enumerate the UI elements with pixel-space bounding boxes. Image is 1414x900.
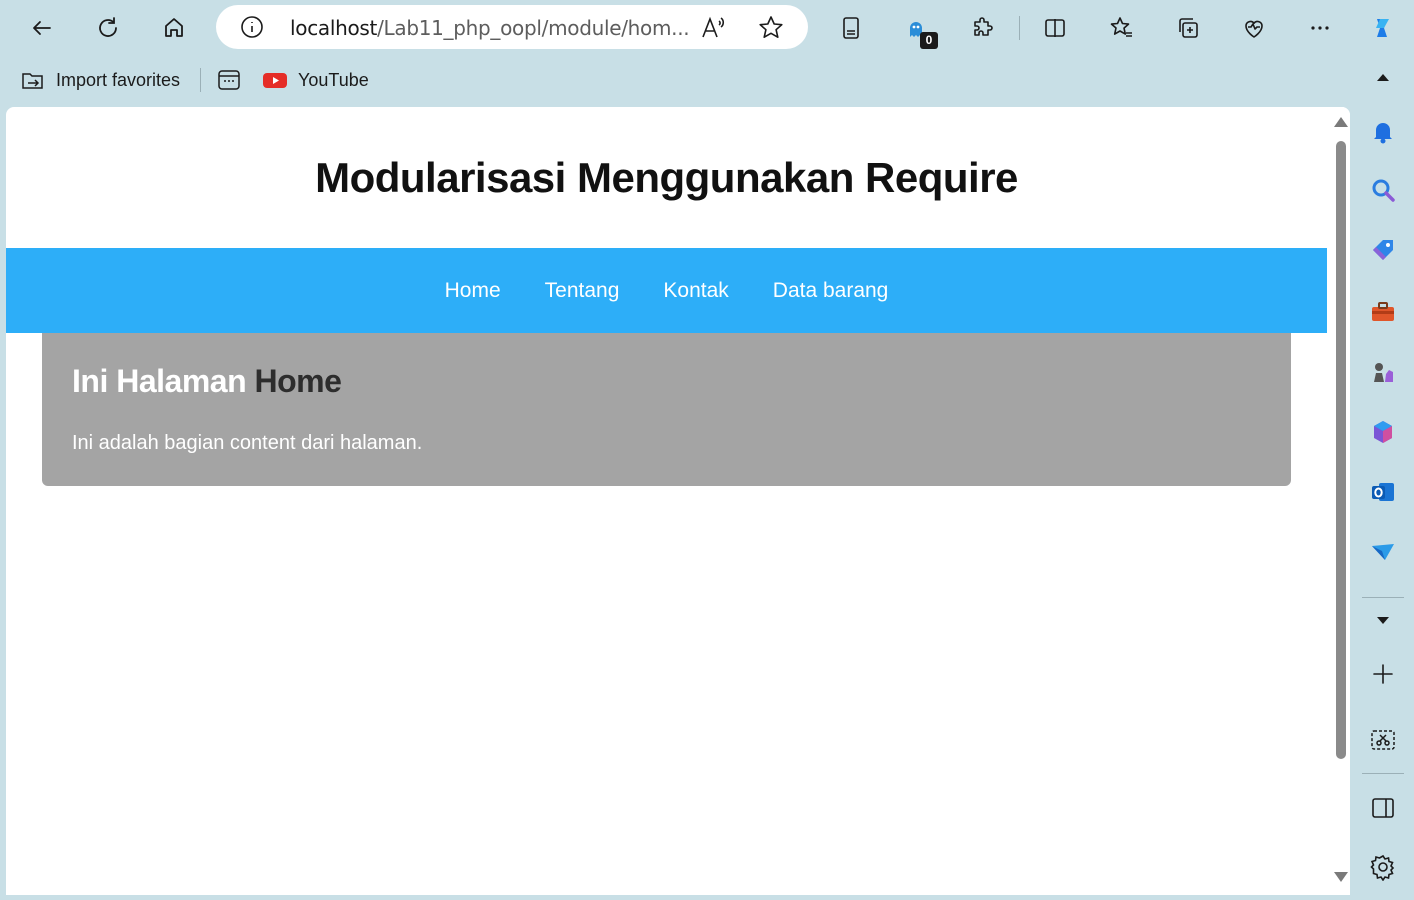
browser-essentials-icon[interactable] xyxy=(1234,8,1274,48)
import-favorites-label: Import favorites xyxy=(56,69,181,90)
send-plane-icon[interactable] xyxy=(1363,532,1403,572)
youtube-icon xyxy=(263,73,287,88)
page-viewport: Modularisasi Menggunakan Require Home Te… xyxy=(6,107,1350,895)
content-heading: Ini Halaman Home xyxy=(72,363,342,400)
scroll-thumb[interactable] xyxy=(1336,141,1346,759)
content-heading-page: Home xyxy=(254,363,342,399)
outlook-icon[interactable] xyxy=(1363,472,1403,512)
home-icon[interactable] xyxy=(154,8,194,48)
page-title: Modularisasi Menggunakan Require xyxy=(315,153,1018,201)
sidebar-divider xyxy=(1362,597,1404,598)
main-nav: Home Tentang Kontak Data barang xyxy=(6,248,1327,333)
address-bar[interactable]: localhost/Lab11_php_oopl/module/hom... xyxy=(216,5,808,49)
sidebar-search-icon[interactable] xyxy=(1363,170,1403,210)
site-info-icon[interactable] xyxy=(240,15,264,39)
back-icon[interactable] xyxy=(22,8,62,48)
reading-view-icon[interactable] xyxy=(831,8,871,48)
more-options-icon[interactable] xyxy=(1300,8,1340,48)
sidebar-divider-2 xyxy=(1362,773,1404,774)
favorites-bar: Import favorites YouTube xyxy=(0,60,1350,100)
nav-data-barang-link[interactable]: Data barang xyxy=(773,279,889,303)
extensions-icon[interactable] xyxy=(963,8,1003,48)
youtube-link[interactable]: YouTube xyxy=(262,64,369,96)
toolbar-divider xyxy=(1019,16,1020,40)
apps-folder-link[interactable] xyxy=(216,64,252,96)
read-aloud-icon[interactable] xyxy=(700,15,726,41)
scroll-down-arrow[interactable] xyxy=(1334,872,1348,882)
nav-home-link[interactable]: Home xyxy=(445,279,501,303)
nav-tentang-link[interactable]: Tentang xyxy=(545,279,620,303)
address-url[interactable]: localhost/Lab11_php_oopl/module/hom... xyxy=(290,16,690,40)
screenshot-icon[interactable] xyxy=(1363,720,1403,760)
page-header: Modularisasi Menggunakan Require xyxy=(6,107,1327,248)
games-chess-icon[interactable] xyxy=(1363,352,1403,392)
shopping-tag-icon[interactable] xyxy=(1363,230,1403,270)
import-favorites-icon xyxy=(22,73,43,89)
scroll-up-arrow[interactable] xyxy=(1334,117,1348,127)
content-text: Ini adalah bagian content dari halaman. xyxy=(72,432,423,454)
favorites-icon[interactable] xyxy=(1102,8,1142,48)
youtube-label: YouTube xyxy=(298,69,369,90)
edge-sidebar xyxy=(1351,56,1414,900)
nav-kontak-link[interactable]: Kontak xyxy=(663,279,728,303)
tools-briefcase-icon[interactable] xyxy=(1363,292,1403,332)
import-favorites-link[interactable]: Import favorites xyxy=(20,64,180,96)
apps-folder-icon xyxy=(218,70,240,90)
copilot-icon[interactable] xyxy=(1362,8,1402,48)
favorite-star-icon[interactable] xyxy=(758,15,784,41)
settings-gear-icon[interactable] xyxy=(1363,847,1403,887)
refresh-icon[interactable] xyxy=(88,8,128,48)
browser-toolbar: localhost/Lab11_php_oopl/module/hom... 0 xyxy=(0,0,1414,56)
content-box: Ini Halaman Home Ini adalah bagian conte… xyxy=(42,333,1291,486)
page-scrollbar[interactable] xyxy=(1331,107,1350,895)
extension-badge: 0 xyxy=(920,32,938,49)
content-heading-prefix: Ini Halaman xyxy=(72,363,247,399)
microsoft-365-icon[interactable] xyxy=(1363,412,1403,452)
split-screen-icon[interactable] xyxy=(1035,8,1075,48)
hide-sidebar-icon[interactable] xyxy=(1363,788,1403,828)
sidebar-more-arrow[interactable] xyxy=(1363,600,1403,640)
add-sidebar-app-icon[interactable] xyxy=(1363,654,1403,694)
sidebar-collapse-up[interactable] xyxy=(1363,58,1403,98)
collections-icon[interactable] xyxy=(1168,8,1208,48)
favorites-divider xyxy=(200,68,201,92)
notification-bell-icon[interactable] xyxy=(1363,112,1403,152)
